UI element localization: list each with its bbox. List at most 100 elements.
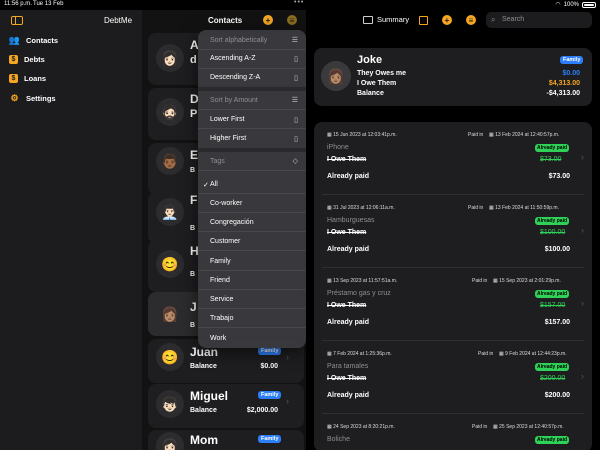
contact-name-line2: P — [190, 108, 198, 120]
paid-date: ▦ 13 Feb 2024 at 12:40:57p.m. — [489, 132, 560, 138]
paid-date: ▦ 15 Sep 2023 at 2:01:29p.m. — [493, 278, 561, 284]
sidebar-item-loans[interactable]: $ Loans — [9, 74, 46, 83]
paid-in-label: Paid in — [478, 351, 494, 357]
menu-item-tag-co-worker[interactable]: Co-worker — [210, 200, 242, 207]
debt-date: ▦ 24 Sep 2023 at 8:20:21p.m. — [327, 424, 395, 430]
contact-name: J — [190, 300, 197, 314]
original-amount: $157.00 — [540, 302, 566, 309]
filter-button[interactable]: ≡ — [466, 15, 476, 25]
add-debt-button[interactable]: + — [442, 15, 452, 25]
sidebar-item-label: Contacts — [26, 36, 59, 45]
debt-list — [314, 122, 592, 450]
family-tag: Family — [258, 391, 282, 399]
avatar: 👩🏽 — [156, 300, 184, 328]
contact-balance-label: B — [190, 322, 196, 329]
paid-in-label: Paid in — [472, 278, 488, 284]
already-paid-label: Already paid — [327, 173, 370, 180]
debts-icon: $ — [9, 55, 18, 64]
tags-header: Tags — [210, 158, 225, 165]
menu-item-lower-first[interactable]: Lower First — [210, 116, 245, 123]
contacts-title: Contacts — [208, 16, 243, 25]
original-amount: $100.00 — [540, 229, 566, 236]
balance-amount: $0.00 — [260, 363, 278, 370]
balance-label: Balance — [357, 90, 384, 97]
summary-name: Joke — [357, 54, 383, 66]
debt-name: iPhone — [327, 144, 349, 151]
contact-name: Mom — [190, 433, 218, 447]
debt-date: ▦ 13 Sep 2023 at 11:57:51a.m. — [327, 278, 398, 284]
paid-date: ▦ 13 Feb 2024 at 11:50:59p.m. — [489, 205, 559, 211]
summary-button[interactable]: Summary — [363, 15, 409, 24]
balance-label: Balance — [190, 407, 217, 414]
i-owe-amount: $4,313.00 — [548, 80, 580, 87]
menu-item-tag-friend[interactable]: Friend — [210, 277, 230, 284]
menu-item-tag-congregacion[interactable]: Congregación — [210, 219, 254, 226]
menu-item-tag-customer[interactable]: Customer — [210, 238, 240, 245]
loans-icon: $ — [9, 74, 18, 83]
avatar: 😊 — [156, 343, 184, 371]
menu-item-tag-trabajo[interactable]: Trabajo — [210, 315, 233, 322]
balance-amount: $2,000.00 — [246, 407, 278, 414]
battery-percent: 100% — [563, 1, 579, 8]
avatar: 👩🏻 — [156, 44, 184, 72]
paid-date: ▦ 9 Feb 2024 at 12:44:23p.m. — [499, 351, 567, 357]
search-input[interactable]: ⌕ Search — [486, 12, 592, 28]
debt-type: I Owe Them — [327, 156, 367, 163]
multitasking-dots[interactable]: ••• — [294, 0, 304, 6]
status-bar: 11:56 p.m. Tue 13 Feb ••• ◠ 100% — [0, 0, 600, 10]
debt-type: I Owe Them — [327, 375, 367, 382]
already-paid-label: Already paid — [327, 392, 370, 399]
edit-icon[interactable] — [419, 16, 428, 25]
phone-icon: ▯ — [294, 75, 298, 82]
chevron-right-icon[interactable]: › — [581, 298, 584, 308]
balance-label: Balance — [190, 363, 217, 370]
summary-label: Summary — [377, 15, 410, 24]
sidebar-item-contacts[interactable]: 👥 Contacts — [9, 35, 58, 46]
chevron-right-icon[interactable]: › — [581, 152, 584, 162]
menu-item-higher-first[interactable]: Higher First — [210, 135, 246, 142]
contact-name: E — [190, 148, 199, 162]
sort-filter-button[interactable]: ≡ — [287, 15, 297, 25]
checkmark-icon: ✓ — [203, 182, 209, 189]
add-contact-button[interactable]: + — [263, 15, 273, 25]
original-amount: $73.00 — [540, 156, 562, 163]
phone-icon: ▯ — [294, 56, 298, 63]
original-amount: $200.00 — [540, 375, 566, 382]
contact-name-line2: d — [190, 54, 197, 66]
menu-item-tag-family[interactable]: Family — [210, 258, 231, 265]
sidebar-item-debts[interactable]: $ Debts — [9, 55, 45, 64]
debt-type: I Owe Them — [327, 229, 367, 236]
already-paid-badge: Already paid — [535, 363, 570, 371]
sidebar-item-settings[interactable]: ⚙ Settings — [9, 93, 55, 104]
sort-filter-menu: Sort alphabetically ☰ Ascending A-Z ▯ De… — [198, 30, 306, 348]
chevron-right-icon[interactable]: › — [581, 371, 584, 381]
sort-list-icon: ☰ — [291, 97, 298, 104]
chevron-right-icon[interactable]: › — [581, 225, 584, 235]
menu-item-tag-all[interactable]: All — [210, 181, 218, 188]
search-icon: ⌕ — [491, 15, 496, 24]
wifi-icon: ◠ — [555, 2, 561, 8]
phone-icon: ▯ — [294, 136, 298, 143]
already-paid-badge: Already paid — [535, 290, 570, 298]
menu-item-tag-service[interactable]: Service — [210, 296, 233, 303]
already-paid-badge: Already paid — [535, 436, 570, 444]
sort-alpha-header: Sort alphabetically — [210, 37, 268, 44]
they-owe-label: They Owes me — [357, 70, 407, 77]
paid-amount: $200.00 — [544, 392, 570, 399]
avatar: 👨🏻‍💼 — [156, 198, 184, 226]
debt-name: Hamburguesas — [327, 217, 375, 224]
sort-amount-header: Sort by Amount — [210, 97, 258, 104]
people-icon: 👥 — [8, 35, 21, 45]
menu-item-ascending[interactable]: Ascending A-Z — [210, 55, 256, 62]
status-right: ◠ 100% — [555, 1, 596, 8]
search-placeholder: Search — [502, 16, 525, 23]
menu-item-tag-work[interactable]: Work — [210, 335, 226, 342]
contact-balance-label: B — [190, 225, 196, 232]
status-date: Tue 13 Feb — [33, 1, 64, 7]
debt-date: ▦ 15 Jun 2023 at 12:03:41p.m. — [327, 132, 397, 138]
sidebar-toggle-icon[interactable] — [11, 16, 23, 25]
paid-in-label: Paid in — [468, 205, 484, 211]
menu-item-descending[interactable]: Descending Z-A — [210, 74, 260, 81]
debt-type: I Owe Them — [327, 302, 367, 309]
paid-in-label: Paid in — [472, 424, 488, 430]
